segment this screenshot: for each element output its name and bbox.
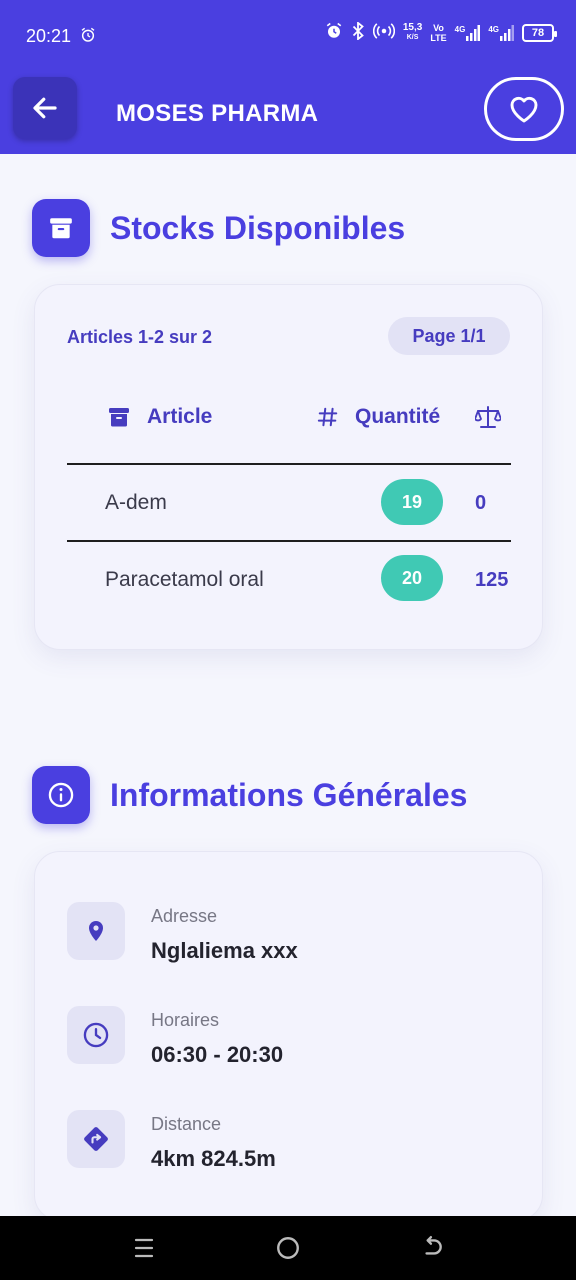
back-return-icon [425, 1235, 442, 1255]
row-article-name: Paracetamol oral [105, 568, 264, 591]
signal-sim1-icon: 4G [455, 24, 481, 41]
alarm-icon [325, 22, 343, 43]
system-nav-bar [0, 1216, 576, 1280]
archive-box-icon [109, 408, 129, 427]
info-section-header: Informations Générales [32, 766, 467, 824]
row-quantity-badge: 19 [381, 479, 443, 525]
app-bar: MOSES PHARMA [0, 72, 576, 154]
menu-lines-icon [134, 1238, 154, 1258]
stocks-section-header: Stocks Disponibles [32, 199, 405, 257]
info-card: Adresse Nglaliema xxx Horaires 06:30 - 2… [34, 851, 543, 1221]
scale-icon [475, 406, 501, 428]
row-weight: 125 [475, 569, 509, 591]
row-article-name: A-dem [105, 491, 167, 514]
table-divider [67, 463, 511, 465]
back-button[interactable] [13, 77, 77, 139]
favorite-button[interactable] [484, 77, 564, 141]
home-circle-icon [277, 1237, 299, 1259]
distance-value: 4km 824.5m [151, 1146, 276, 1171]
back-nav-button[interactable] [416, 1232, 448, 1264]
stocks-card: Articles 1-2 sur 2 Page 1/1 Article Quan… [34, 284, 543, 650]
back-arrow-icon [33, 97, 57, 119]
column-header-article[interactable]: Article [107, 405, 212, 429]
page-indicator: Page 1/1 [388, 317, 510, 355]
column-header-article-label: Article [147, 405, 213, 428]
volte-indicator: Vo LTE [430, 22, 447, 43]
recent-apps-button[interactable] [128, 1232, 160, 1264]
battery-indicator: 78 [522, 23, 557, 42]
hours-label: Horaires [151, 1010, 220, 1030]
table-divider [67, 540, 511, 542]
row-quantity-badge: 20 [381, 555, 443, 601]
home-button[interactable] [272, 1232, 304, 1264]
signal-sim2-icon: 4G [488, 24, 514, 41]
hotspot-icon [372, 22, 395, 43]
status-time: 20:21 [26, 26, 72, 46]
location-pin-icon [67, 902, 125, 960]
address-label: Adresse [151, 906, 218, 926]
hours-value: 06:30 - 20:30 [151, 1042, 284, 1067]
net-speed: 15,3 K/S [402, 21, 423, 41]
alarm-icon [80, 27, 96, 48]
column-header-weight[interactable] [475, 405, 501, 429]
directions-icon [67, 1110, 125, 1168]
heart-icon [510, 96, 538, 123]
clock-icon [67, 1006, 125, 1064]
row-weight: 0 [475, 492, 487, 514]
address-value: Nglaliema xxx [151, 938, 298, 963]
info-title: Informations Générales [110, 776, 468, 813]
stocks-title: Stocks Disponibles [110, 209, 406, 246]
status-icons: 15,3 K/S Vo LTE 4G 4G 78 [325, 21, 557, 43]
bluetooth-icon [351, 21, 365, 43]
app-title: MOSES PHARMA [116, 100, 319, 127]
column-header-quantity[interactable]: Quantité [317, 405, 440, 429]
hash-icon [317, 407, 338, 427]
distance-label: Distance [151, 1114, 222, 1134]
archive-box-icon [32, 199, 90, 257]
status-bar: 20:21 15,3 K/S Vo LTE 4G 4G 78 [0, 0, 576, 72]
articles-count: Articles 1-2 sur 2 [67, 327, 213, 347]
info-icon [32, 766, 90, 824]
column-header-quantity-label: Quantité [355, 405, 441, 428]
